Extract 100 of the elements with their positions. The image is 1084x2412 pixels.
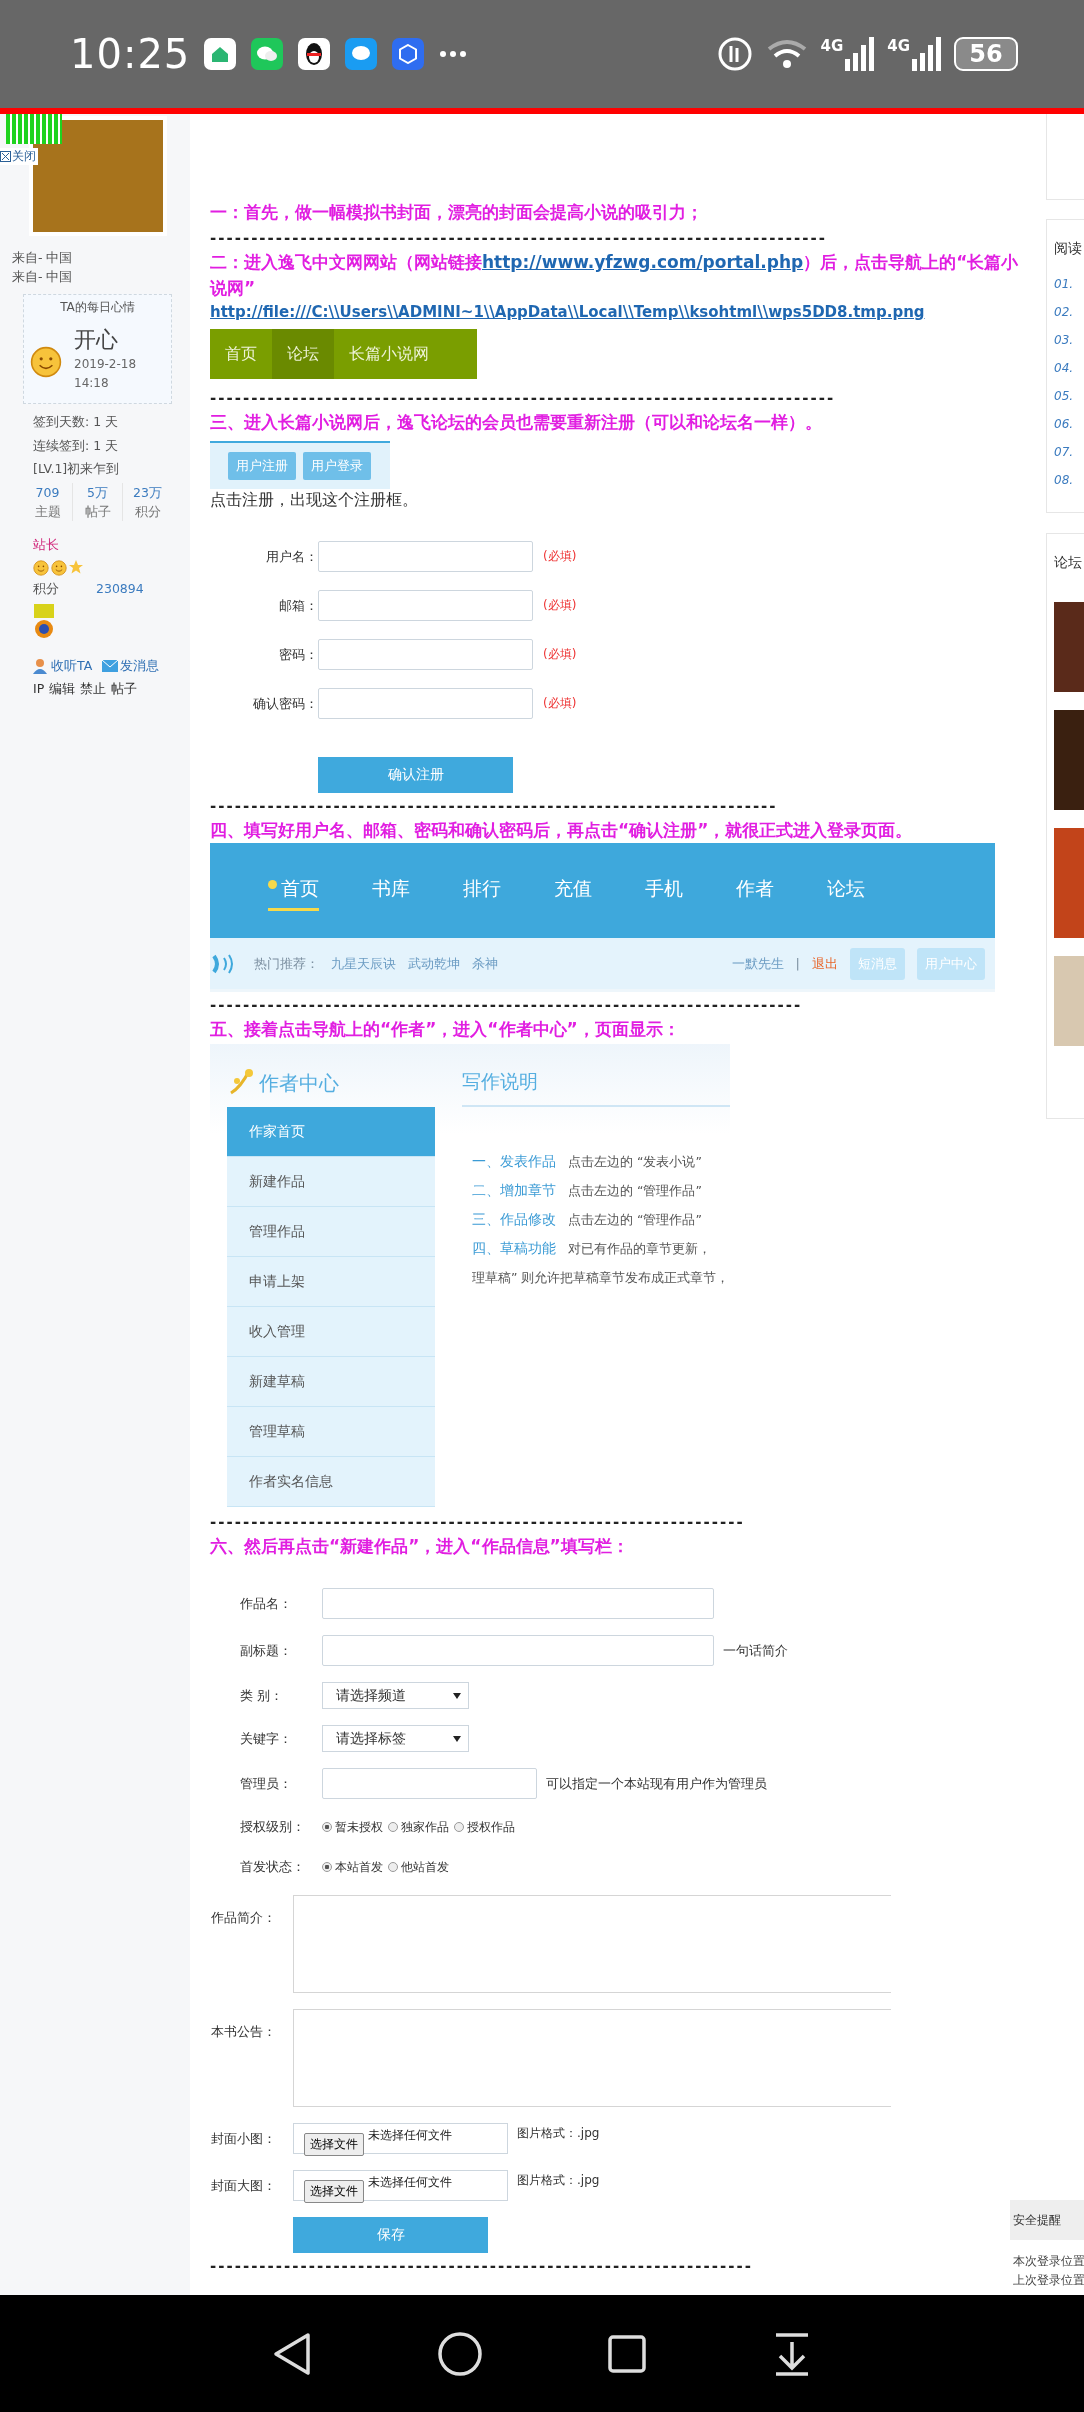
input-field[interactable] [322,1635,714,1666]
file-status: 未选择任何文件 [368,2127,452,2144]
field-label: 作品名： [240,1594,293,1613]
step-note: 理草稿” 则允许把草稿章节发布成正式章节， [472,1269,730,1287]
input-field[interactable] [322,1588,714,1619]
save-button[interactable]: 保存 [293,2217,488,2253]
hot-link[interactable]: 杀神 [472,954,498,973]
nav-item[interactable]: 作者 [736,870,774,911]
step-heading: 三、进入长篇小说网后，逸飞论坛的会员也需要重新注册（可以和论坛名一样）。 [210,411,822,434]
radio-button[interactable] [388,1862,398,1872]
home-icon[interactable] [436,2330,483,2377]
caret-icon [453,1735,461,1742]
register-button[interactable]: 确认注册 [318,757,513,793]
menu-item[interactable]: 收入管理 [227,1307,435,1357]
rank-number: 06. [1054,416,1075,433]
checkin-text: 连续签到: 1 天 [33,436,120,455]
radio-button[interactable] [388,1822,398,1832]
input-field[interactable] [318,688,533,719]
nav-item[interactable]: 手机 [645,870,683,911]
admin-link[interactable]: 禁止 [80,680,107,698]
nav-item[interactable]: 书库 [372,870,410,911]
menu-item[interactable]: 新建作品 [227,1157,435,1207]
choose-file-button[interactable]: 选择文件 [304,2180,364,2203]
admin-link[interactable]: IP [33,680,45,698]
select-field[interactable]: 请选择频道 [322,1682,469,1709]
step-heading: 四、填写好用户名、邮箱、密码和确认密码后，再点击“确认注册”，就很正式进入登录页面。 [210,819,913,842]
input-field[interactable] [322,1768,537,1799]
menu-item[interactable]: 申请上架 [227,1257,435,1307]
chat-app-icon [251,38,284,70]
required-note: (必填) [543,597,577,614]
follow-link[interactable]: 收听TA [33,657,93,675]
step-description: 点击左边的 “发表小说” [568,1153,702,1171]
radio-label: 他站首发 [401,1858,449,1876]
nav-item[interactable]: 论坛 [827,870,865,911]
login-info: 本次登录位置 [1012,2253,1084,2270]
user-link[interactable]: 一默先生 [731,954,784,973]
field-hint: 图片格式：.jpg [517,2125,600,2142]
step-heading: 六、然后再点击“新建作品”，进入“作品信息”填写栏： [210,1535,629,1558]
dashed-line: ----------------------------------------------------------------- [210,1512,745,1533]
required-note: (必填) [543,646,577,663]
radio-button[interactable] [322,1862,332,1872]
tab-button[interactable]: 用户注册 [228,452,296,480]
caret-icon [453,1692,461,1699]
nav-item[interactable]: 首页 [268,870,319,911]
step-title: 三、作品修改 [472,1210,557,1229]
step-title: 一、发表作品 [472,1152,557,1171]
rank-number: 07. [1054,444,1075,461]
logout-link[interactable]: 退出 [812,954,838,973]
hot-link[interactable]: 九星天辰诀 [331,954,396,973]
nav-item[interactable]: 排行 [463,870,501,911]
mail-icon [102,660,119,672]
site-link[interactable]: http://www.yfzwg.com/portal.php [482,252,804,272]
radio-button[interactable] [322,1822,332,1832]
nav-item[interactable]: 论坛 [272,329,334,379]
text-area[interactable] [293,2009,891,2107]
flower-icon [227,1067,255,1097]
field-hint: 可以指定一个本站现有用户作为管理员 [546,1774,767,1793]
house-app-icon [204,38,237,70]
network-label: 4G [820,37,844,55]
radio-button[interactable] [454,1822,464,1832]
menu-item[interactable]: 管理作品 [227,1207,435,1257]
text-area[interactable] [293,1895,891,1993]
nav-item[interactable]: 充值 [554,870,592,911]
step-description: 点击左边的 “管理作品” [568,1211,702,1229]
dashed-line: ------------------------------------------------------------------------ [210,995,803,1016]
rank-number: 04. [1054,360,1075,377]
menu-item[interactable]: 作者实名信息 [227,1457,435,1507]
message-link[interactable]: 发消息 [102,657,160,675]
instruction-text: 点击注册，出现这个注册框。 [210,489,418,511]
admin-link[interactable]: 编辑 [49,680,76,698]
input-field[interactable] [318,590,533,621]
nav-item[interactable]: 长篇小说网 [334,329,444,379]
stat-label: 主题 [34,502,61,521]
file-link[interactable]: http://file:///C:\\Users\\ADMINI~1\\AppData\\Local\\Temp\\ksohtml\\wps5DD8.tmp.png [210,301,925,323]
mood-title: TA的每日心情 [59,299,136,316]
menu-item[interactable]: 管理草稿 [227,1407,435,1457]
more-icon [439,50,468,58]
choose-file-button[interactable]: 选择文件 [304,2133,364,2156]
recents-icon[interactable] [607,2333,648,2374]
smiley-icon [51,559,67,576]
menu-item[interactable]: 新建草稿 [227,1357,435,1407]
close-icon [0,151,11,162]
menu-item[interactable]: 作家首页 [227,1107,435,1157]
input-field[interactable] [318,541,533,572]
rank-number: 08. [1054,472,1075,489]
rank-number: 01. [1054,276,1075,293]
select-field[interactable]: 请选择标签 [322,1725,469,1752]
admin-link[interactable]: 帖子 [111,680,138,698]
dashed-line: --------------------------------------------------------------------- [210,796,778,817]
back-icon[interactable] [272,2331,313,2376]
stat-value: 5万 [87,483,108,502]
field-label: 授权级别： [240,1818,306,1836]
stat-label: 帖子 [84,502,111,521]
input-field[interactable] [318,639,533,670]
nav-item[interactable]: 首页 [210,329,272,379]
tab-button[interactable]: 用户登录 [303,452,371,480]
field-label: 邮箱： [278,596,318,615]
field-label: 副标题： [240,1641,293,1660]
location-text: 来自- 中国 [12,268,74,286]
hot-link[interactable]: 武动乾坤 [408,954,460,973]
